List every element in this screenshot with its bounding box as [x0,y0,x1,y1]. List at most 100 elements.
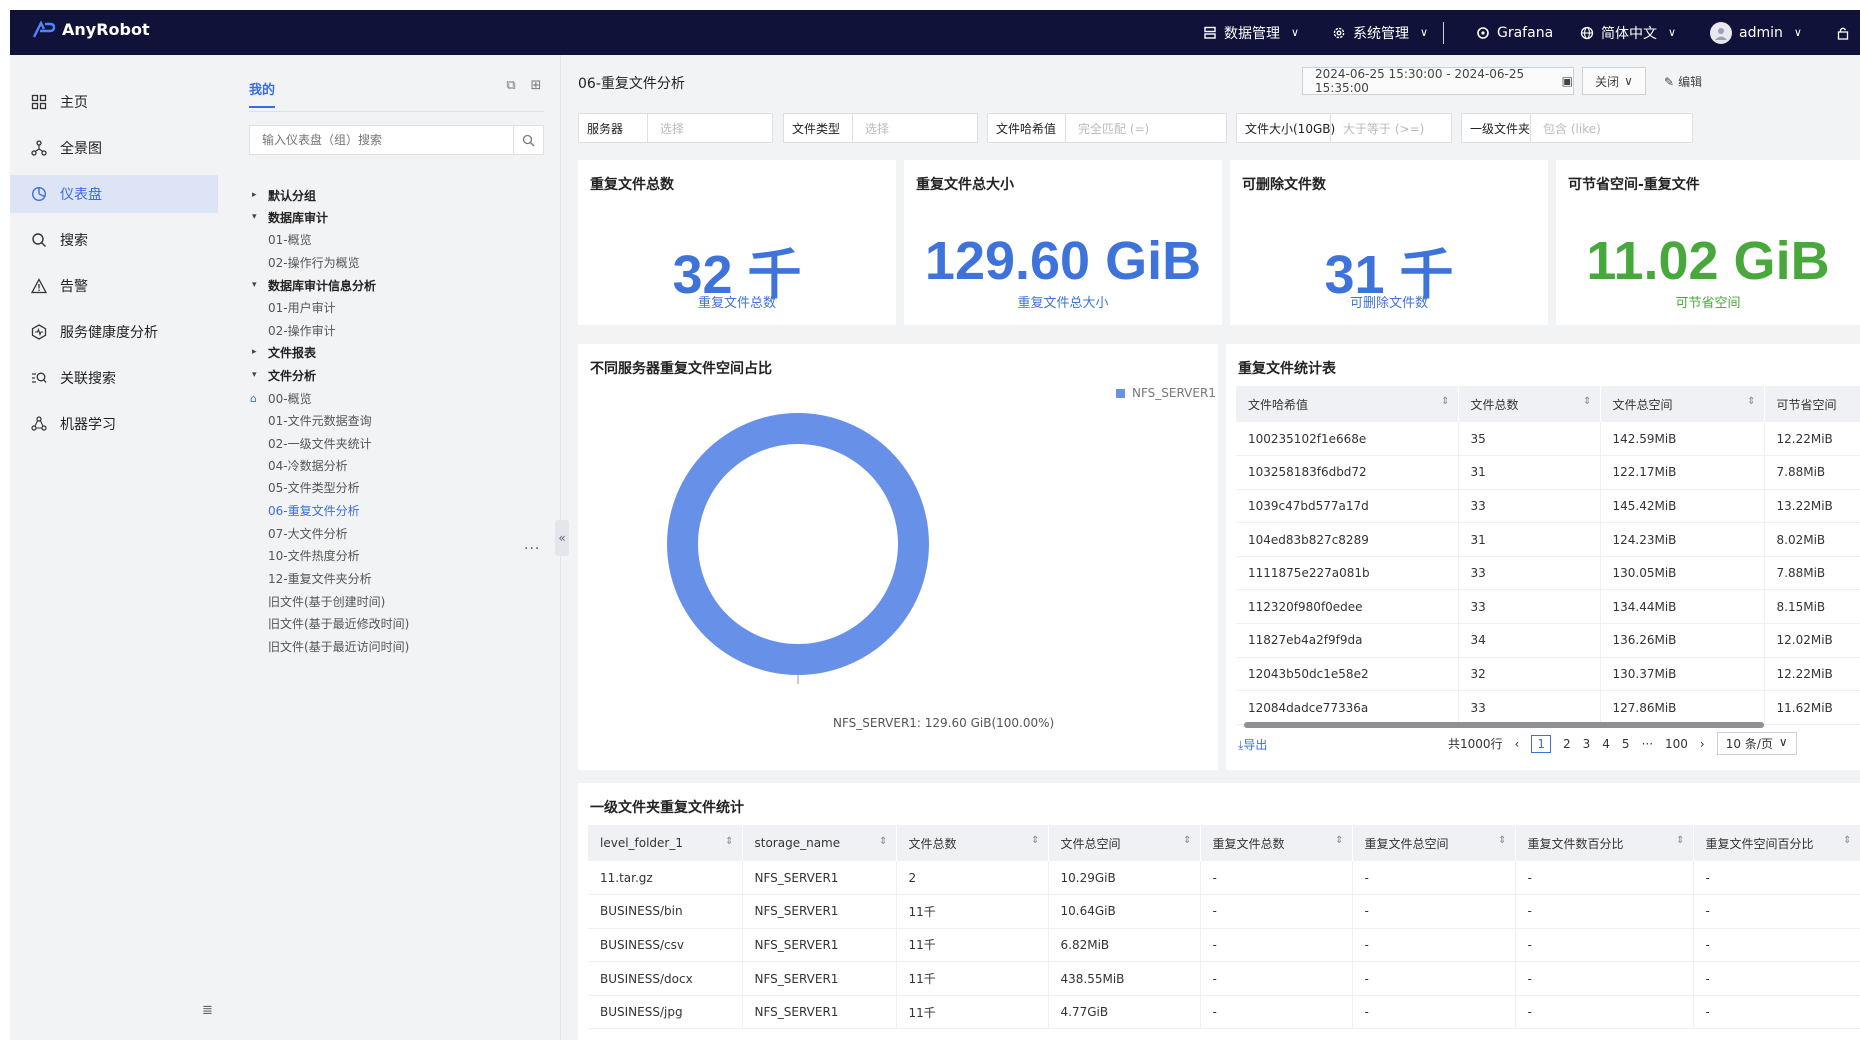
page-size-select[interactable]: 10 条/页 ∨ [1716,732,1797,755]
pie-slice-nfs_server1[interactable] [667,413,929,675]
tree-item[interactable]: 06-重复文件分析 [268,498,360,522]
tree-item[interactable]: 旧文件(基于创建时间) [268,589,385,613]
sort-icon[interactable]: ⇕ [1441,396,1449,407]
sort-icon[interactable]: ⇕ [1747,396,1755,407]
nav-data-management[interactable]: 数据管理 ∨ [1203,10,1299,55]
sort-icon[interactable]: ⇕ [1183,835,1191,846]
horizontal-scrollbar[interactable] [1244,722,1764,728]
tree-item[interactable]: 01-概览 [268,227,312,251]
page-number[interactable]: 100 [1665,737,1688,751]
table-row[interactable]: 11827eb4a2f9f9da 34 136.26MiB 12.02MiB [1236,623,1860,658]
sidebar-item-home[interactable]: 主页 [10,83,218,121]
sidebar-item-panorama[interactable]: 全景图 [10,129,218,167]
column-header[interactable]: 文件总数 ⇕ [896,825,1049,861]
table-row[interactable]: 12084dadce77336a 33 127.86MiB 11.62MiB [1236,690,1860,725]
table-row[interactable]: 112320f980f0edee 33 134.44MiB 8.15MiB [1236,589,1860,625]
nav-user-menu[interactable]: admin ∨ [1710,10,1802,55]
table-row[interactable]: 1111875e227a081b 33 130.05MiB 7.88MiB [1236,556,1860,591]
column-header[interactable]: 文件哈希值 ⇕ [1236,386,1459,422]
sort-icon[interactable]: ⇕ [1031,835,1039,846]
nav-language[interactable]: 简体中文 ∨ [1580,10,1676,55]
column-header[interactable]: storage_name ⇕ [742,825,897,861]
table-row[interactable]: BUSINESS/bin NFS_SERVER1 11千 10.64GiB - - - - [588,894,1860,929]
page-number[interactable]: 3 [1583,737,1591,751]
copy-icon[interactable]: ⧉ [503,77,519,93]
table-row[interactable]: 100235102f1e668e 35 142.59MiB 12.22MiB [1236,422,1860,457]
nav-grafana[interactable]: Grafana [1476,10,1553,55]
filter-folder-input[interactable]: 包含 (like) [1531,114,1601,142]
sidebar-item-dashboard[interactable]: 仪表盘 [10,175,218,213]
next-page-icon[interactable]: › [1700,737,1705,751]
app-logo[interactable]: AnyRobot [32,20,150,39]
collapse-panel-icon[interactable]: « [555,520,569,556]
prev-page-icon[interactable]: ‹ [1515,737,1520,751]
sort-icon[interactable]: ⇕ [725,836,733,847]
add-dashboard-icon[interactable]: ⊞ [528,77,544,93]
page-ellipsis[interactable]: ··· [1642,737,1653,751]
sort-icon[interactable]: ⇕ [1583,396,1591,407]
table-row[interactable]: 103258183f6dbd72 31 122.17MiB 7.88MiB [1236,455,1860,490]
table-row[interactable]: 1039c47bd577a17d 33 145.42MiB 13.22MiB [1236,489,1860,524]
sort-icon[interactable]: ⇕ [1335,835,1343,846]
page-number[interactable]: 5 [1622,737,1630,751]
table-row[interactable]: BUSINESS/jpg NFS_SERVER1 11千 4.77GiB - - - - [588,995,1860,1030]
tree-group[interactable]: ▾ 数据库审计信息分析 [252,273,376,297]
edit-button[interactable]: ✎ 编辑 [1664,73,1702,90]
column-header[interactable]: 文件总空间 ⇕ [1048,825,1201,861]
filter-file-type-select[interactable]: 选择 [853,114,889,142]
tree-item[interactable]: 07-大文件分析 [268,521,348,545]
tree-search-input[interactable] [250,126,513,154]
tree-item[interactable]: 10-文件热度分析 [268,543,360,567]
column-header[interactable]: 重复文件总空间 ⇕ [1352,825,1516,861]
table-row[interactable]: BUSINESS/csv NFS_SERVER1 11千 6.82MiB - - - - [588,928,1860,963]
tree-search-button[interactable] [513,126,543,154]
filter-hash-input[interactable]: 完全匹配 (=) [1066,114,1149,142]
tree-item[interactable]: 02-一级文件夹统计 [268,431,372,455]
sidebar-item-machine-learning[interactable]: 机器学习 [10,405,218,443]
date-range-picker[interactable]: 2024-06-25 15:30:00 - 2024-06-25 15:35:0… [1302,67,1574,95]
export-button[interactable]: ⤓导出 [1238,736,1267,753]
tree-item[interactable]: 01-用户审计 [268,295,336,319]
filter-server-select[interactable]: 选择 [648,114,684,142]
sort-icon[interactable]: ⇕ [1843,835,1851,846]
tree-group[interactable]: ▾ 文件分析 [252,363,316,387]
tree-item[interactable]: 02-操作行为概览 [268,250,360,274]
sidebar-item-alert[interactable]: 告警 [10,267,218,305]
table-row[interactable]: 11.tar.gz NFS_SERVER1 2 10.29GiB - - - - [588,861,1860,896]
table-row[interactable]: 104ed83b827c8289 31 124.23MiB 8.02MiB [1236,522,1860,557]
tree-item[interactable]: 01-文件元数据查询 [268,408,372,432]
column-header[interactable]: 重复文件空间百分比 ⇕ [1693,825,1860,861]
sidebar-item-search[interactable]: 搜索 [10,221,218,259]
tree-item[interactable]: 旧文件(基于最近访问时间) [268,634,409,658]
sidebar-item-service-health[interactable]: 服务健康度分析 [10,313,218,351]
page-number[interactable]: 4 [1602,737,1610,751]
tree-item[interactable]: 02-操作审计 [268,318,336,342]
table-row[interactable]: 12043b50dc1e58e2 32 130.37MiB 12.22MiB [1236,657,1860,692]
tree-item[interactable]: ⌂ 00-概览 [250,386,312,410]
tree-item[interactable]: 12-重复文件夹分析 [268,566,372,590]
nav-system-management[interactable]: 系统管理 ∨ [1332,10,1428,55]
tree-group[interactable]: ▸ 文件报表 [252,340,316,364]
tree-group[interactable]: ▾ 数据库审计 [252,205,328,229]
more-icon[interactable]: ··· [524,541,540,557]
column-header[interactable]: 可节省空间 [1764,386,1860,422]
filter-file-size-input[interactable]: 大于等于 (>=) [1331,114,1424,142]
tab-mine[interactable]: 我的 [249,79,276,108]
sort-icon[interactable]: ⇕ [1498,835,1506,846]
sort-icon[interactable]: ⇕ [1676,835,1684,846]
column-header[interactable]: level_folder_1 ⇕ [588,825,743,861]
column-header[interactable]: 文件总数 ⇕ [1458,386,1601,422]
logout-button[interactable] [1836,10,1850,55]
table-row[interactable]: BUSINESS/docx NFS_SERVER1 11千 438.55MiB - - - - [588,961,1860,996]
tree-group[interactable]: ▸ 默认分组 [252,183,316,207]
column-header[interactable]: 重复文件数百分比 ⇕ [1515,825,1694,861]
column-header[interactable]: 重复文件总数 ⇕ [1200,825,1353,861]
sort-icon[interactable]: ⇕ [879,836,887,847]
sidebar-collapse-icon[interactable]: ≣ [202,1003,213,1018]
tree-item[interactable]: 旧文件(基于最近修改时间) [268,611,409,635]
sidebar-item-related-search[interactable]: 关联搜索 [10,359,218,397]
column-header[interactable]: 文件总空间 ⇕ [1600,386,1765,422]
page-number[interactable]: 1 [1531,734,1551,753]
tree-item[interactable]: 05-文件类型分析 [268,475,360,499]
page-number[interactable]: 2 [1563,737,1571,751]
